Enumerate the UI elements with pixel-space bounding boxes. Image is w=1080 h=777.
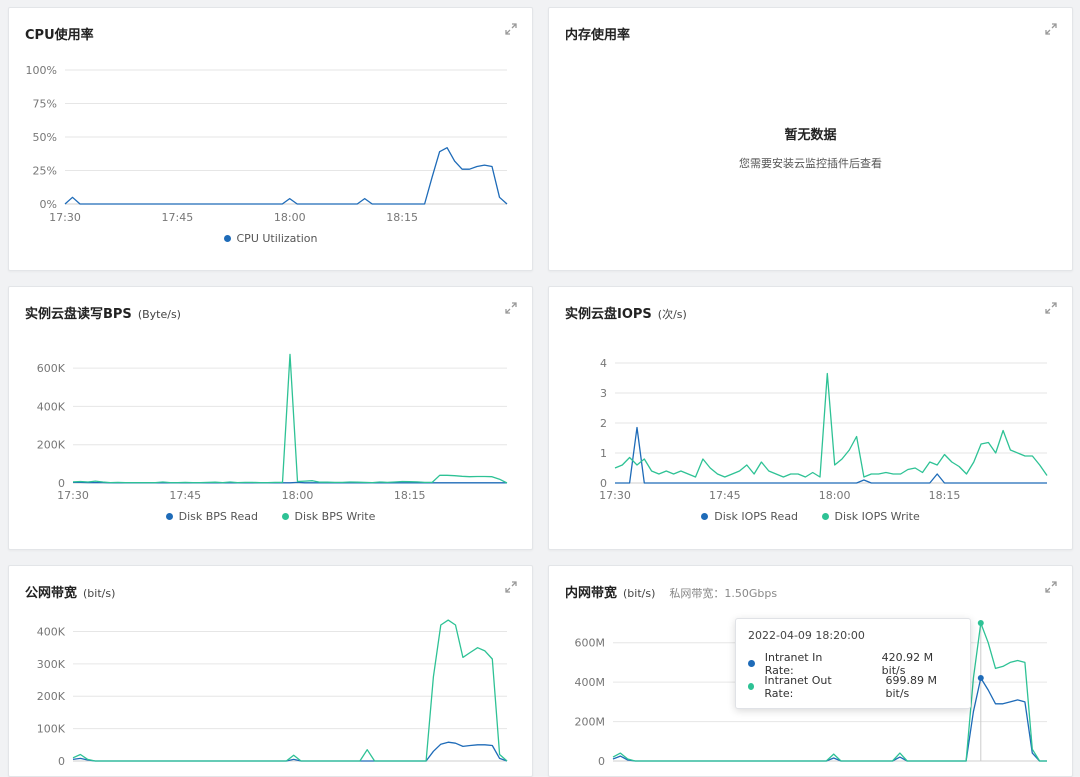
legend-dot [282, 513, 289, 520]
legend-dot [822, 513, 829, 520]
y-tick-label: 400K [37, 400, 66, 413]
empty-title: 暂无数据 [549, 124, 1072, 143]
public-bandwidth-panel: 公网带宽(bit/s) 0100K200K300K400K [8, 565, 533, 777]
y-tick-label: 200K [37, 690, 66, 703]
legend-item-cpu-utilization[interactable]: CPU Utilization [224, 232, 318, 245]
tooltip-row-out: Intranet Out Rate:699.89 M bit/s [748, 675, 958, 698]
legend-item-disk-iops-write[interactable]: Disk IOPS Write [822, 510, 920, 523]
x-tick-label: 18:00 [274, 211, 306, 224]
legend-item-disk-bps-write[interactable]: Disk BPS Write [282, 510, 376, 523]
x-tick-label: 18:00 [282, 489, 314, 502]
disk-iops-panel: 实例云盘IOPS(次/s) 0123417:3017:4518:0018:15 … [548, 286, 1073, 550]
legend-item-disk-iops-read[interactable]: Disk IOPS Read [701, 510, 798, 523]
y-tick-label: 0% [40, 198, 57, 211]
intranet-bandwidth-panel: 内网带宽(bit/s)私网带宽：1.50Gbps 0200M400M600M 2… [548, 565, 1073, 777]
tooltip-time: 2022-04-09 18:20:00 [748, 629, 958, 642]
series-line-disk-iops-read [615, 428, 1047, 484]
cpu-legend: CPU Utilization [9, 232, 532, 245]
legend-dot [224, 235, 231, 242]
legend-item-disk-bps-read[interactable]: Disk BPS Read [166, 510, 258, 523]
x-tick-label: 17:30 [599, 489, 631, 502]
legend-dot [166, 513, 173, 520]
y-tick-label: 200M [575, 716, 606, 729]
disk-bps-panel: 实例云盘读写BPS(Byte/s) 0200K400K600K17:3017:4… [8, 286, 533, 550]
x-tick-label: 18:15 [386, 211, 418, 224]
y-tick-label: 300K [37, 658, 66, 671]
y-tick-label: 0 [598, 755, 605, 768]
expand-icon[interactable] [1044, 22, 1058, 36]
y-tick-label: 75% [33, 98, 57, 111]
empty-description: 您需要安装云监控插件后查看 [549, 155, 1072, 171]
tooltip-row-in: Intranet In Rate:420.92 M bit/s [748, 652, 958, 675]
legend-dot [701, 513, 708, 520]
tooltip-dot [748, 683, 754, 690]
y-tick-label: 25% [33, 165, 57, 178]
public-bandwidth-chart: 0 100K 200K 300K 400K [9, 566, 532, 776]
x-tick-label: 18:00 [819, 489, 851, 502]
series-line-cpu-utilization [65, 148, 507, 204]
tooltip-dot [748, 660, 755, 667]
x-tick-label: 17:45 [709, 489, 741, 502]
x-tick-label: 18:15 [929, 489, 961, 502]
hover-point [978, 620, 984, 626]
y-tick-label: 50% [33, 131, 57, 144]
y-tick-label: 3 [600, 387, 607, 400]
y-tick-label: 600K [37, 362, 66, 375]
y-tick-label: 0 [58, 755, 65, 768]
y-tick-label: 2 [600, 417, 607, 430]
x-tick-label: 18:15 [394, 489, 426, 502]
y-tick-label: 4 [600, 357, 607, 370]
series-line-disk-bps-write [73, 354, 507, 483]
panel-title: 内存使用率 [565, 24, 630, 43]
y-tick-label: 400K [37, 625, 66, 638]
hover-point [978, 675, 984, 681]
y-tick-label: 100K [37, 723, 66, 736]
x-tick-label: 17:30 [57, 489, 89, 502]
chart-tooltip: 2022-04-09 18:20:00 Intranet In Rate:420… [735, 618, 971, 709]
cpu-chart: 0% 25% 50% 75% 100% 17:30 17:45 18:00 18:15 [9, 8, 532, 270]
empty-state: 暂无数据 您需要安装云监控插件后查看 [549, 124, 1072, 171]
y-tick-label: 1 [600, 447, 607, 460]
y-tick-label: 200K [37, 439, 66, 452]
x-tick-label: 17:45 [162, 211, 194, 224]
disk-iops-legend: Disk IOPS Read Disk IOPS Write [549, 510, 1072, 523]
x-tick-label: 17:30 [49, 211, 81, 224]
cpu-panel: CPU使用率 0%25%50%75%100%17:3017:4518:0018:… [8, 7, 533, 271]
y-tick-label: 600M [575, 637, 606, 650]
memory-panel: 内存使用率 暂无数据 您需要安装云监控插件后查看 [548, 7, 1073, 271]
x-tick-label: 17:45 [169, 489, 201, 502]
disk-bps-legend: Disk BPS Read Disk BPS Write [9, 510, 532, 523]
series-line-out [73, 620, 507, 761]
y-tick-label: 100% [26, 64, 57, 77]
series-line-disk-iops-write [615, 374, 1047, 478]
y-tick-label: 400M [575, 676, 606, 689]
